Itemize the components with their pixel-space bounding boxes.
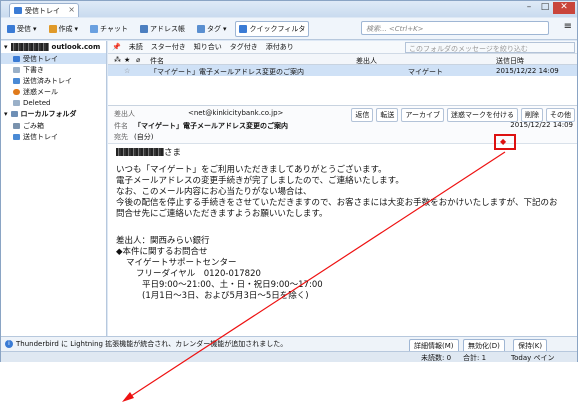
annotation-arrow	[122, 151, 506, 402]
